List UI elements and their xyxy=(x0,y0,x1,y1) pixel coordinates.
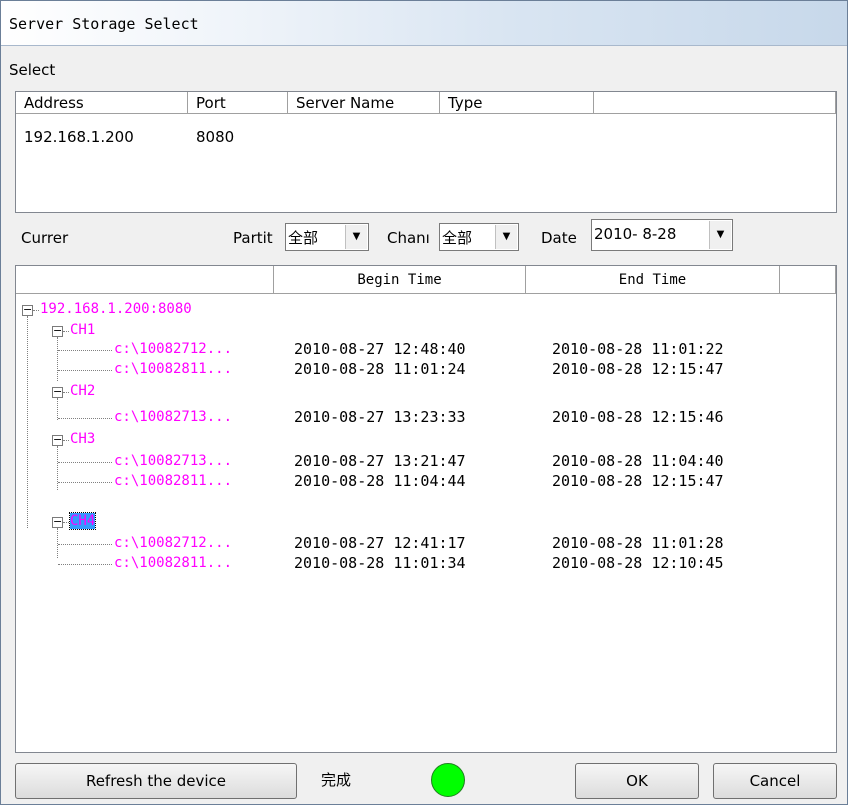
date-value: 2010- 8-28 xyxy=(594,225,677,243)
partition-label: Partit xyxy=(233,229,273,247)
channel-label: CH2 xyxy=(70,383,96,399)
date-label: Date xyxy=(541,229,577,247)
chevron-down-icon[interactable]: ▼ xyxy=(709,221,731,249)
server-address: 192.168.1.200 xyxy=(24,128,134,146)
server-port: 8080 xyxy=(196,128,235,146)
file-begin-time: 2010-08-28 11:04:44 xyxy=(294,472,466,490)
file-name: c:\10082712... xyxy=(114,341,233,357)
tree-channel-node[interactable]: − CH3 xyxy=(16,430,836,450)
window-title: Server Storage Select xyxy=(9,15,199,33)
column-header-type[interactable]: Type xyxy=(440,92,594,114)
collapse-icon[interactable]: − xyxy=(22,304,33,316)
partition-value: 全部 xyxy=(288,229,319,247)
server-row[interactable]: 192.168.1.200 8080 xyxy=(16,128,836,148)
file-end-time: 2010-08-28 11:01:22 xyxy=(552,340,724,358)
tree-file-row[interactable]: c:\10082712... 2010-08-27 12:48:40 2010-… xyxy=(16,340,836,360)
file-name: c:\10082811... xyxy=(114,555,233,571)
file-begin-time: 2010-08-27 13:21:47 xyxy=(294,452,466,470)
file-name: c:\10082811... xyxy=(114,473,233,489)
channel-label: CH3 xyxy=(70,431,96,447)
channel-label: CH4 xyxy=(68,512,97,530)
file-end-time: 2010-08-28 11:01:28 xyxy=(552,534,724,552)
collapse-icon[interactable]: − xyxy=(52,325,63,337)
file-begin-time: 2010-08-28 11:01:24 xyxy=(294,360,466,378)
date-picker[interactable]: 2010- 8-28 ▼ xyxy=(591,219,733,251)
file-end-time: 2010-08-28 12:10:45 xyxy=(552,554,724,572)
tree-column-header-end-time[interactable]: End Time xyxy=(526,266,780,294)
select-label: Select xyxy=(9,61,56,79)
file-end-time: 2010-08-28 12:15:46 xyxy=(552,408,724,426)
tree-file-row[interactable]: c:\10082811... 2010-08-28 11:01:34 2010-… xyxy=(16,554,836,574)
tree-column-header-begin-time[interactable]: Begin Time xyxy=(274,266,526,294)
file-begin-time: 2010-08-27 12:41:17 xyxy=(294,534,466,552)
file-end-time: 2010-08-28 11:04:40 xyxy=(552,452,724,470)
channel-label: CH1 xyxy=(70,322,96,338)
column-header-extra[interactable] xyxy=(594,92,836,114)
file-begin-time: 2010-08-27 13:23:33 xyxy=(294,408,466,426)
tree-root-node[interactable]: − 192.168.1.200:8080 xyxy=(16,300,836,320)
file-end-time: 2010-08-28 12:15:47 xyxy=(552,360,724,378)
collapse-icon[interactable]: − xyxy=(52,434,63,446)
refresh-device-button[interactable]: Refresh the device xyxy=(15,763,297,799)
file-name: c:\10082713... xyxy=(114,453,233,469)
tree-channel-node-selected[interactable]: − CH4 xyxy=(16,512,836,532)
chevron-down-icon[interactable]: ▼ xyxy=(495,225,517,249)
cancel-button[interactable]: Cancel xyxy=(713,763,837,799)
ok-button[interactable]: OK xyxy=(575,763,699,799)
title-bar[interactable]: Server Storage Select xyxy=(1,1,847,46)
tree-file-row[interactable]: c:\10082713... 2010-08-27 13:21:47 2010-… xyxy=(16,452,836,472)
server-storage-select-window: Server Storage Select Select Address Por… xyxy=(0,0,848,805)
column-header-port[interactable]: Port xyxy=(188,92,288,114)
collapse-icon[interactable]: − xyxy=(52,516,63,528)
partition-select[interactable]: 全部 ▼ xyxy=(285,223,369,251)
tree-channel-node[interactable]: − CH1 xyxy=(16,321,836,341)
file-begin-time: 2010-08-27 12:48:40 xyxy=(294,340,466,358)
file-begin-time: 2010-08-28 11:01:34 xyxy=(294,554,466,572)
current-label: Currer xyxy=(21,229,69,247)
tree-file-row[interactable]: c:\10082713... 2010-08-27 13:23:33 2010-… xyxy=(16,408,836,428)
collapse-icon[interactable]: − xyxy=(52,386,63,398)
column-header-server-name[interactable]: Server Name xyxy=(288,92,440,114)
tree-column-header-name[interactable] xyxy=(16,266,274,294)
channel-value: 全部 xyxy=(442,229,473,247)
recording-tree[interactable]: Begin Time End Time − 192.168.1.200:8080… xyxy=(15,265,837,753)
channel-select[interactable]: 全部 ▼ xyxy=(439,223,519,251)
status-indicator-icon xyxy=(431,763,465,797)
column-header-address[interactable]: Address xyxy=(16,92,188,114)
file-end-time: 2010-08-28 12:15:47 xyxy=(552,472,724,490)
file-name: c:\10082713... xyxy=(114,409,233,425)
status-text: 完成 xyxy=(321,771,352,789)
tree-file-row[interactable]: c:\10082811... 2010-08-28 11:04:44 2010-… xyxy=(16,472,836,492)
tree-root-label: 192.168.1.200:8080 xyxy=(40,301,192,317)
server-list[interactable]: Address Port Server Name Type 192.168.1.… xyxy=(15,91,837,213)
tree-file-row[interactable]: c:\10082712... 2010-08-27 12:41:17 2010-… xyxy=(16,534,836,554)
chevron-down-icon[interactable]: ▼ xyxy=(345,225,367,249)
tree-file-row[interactable]: c:\10082811... 2010-08-28 11:01:24 2010-… xyxy=(16,360,836,380)
channel-label: Chanı xyxy=(387,229,430,247)
file-name: c:\10082811... xyxy=(114,361,233,377)
tree-channel-node[interactable]: − CH2 xyxy=(16,382,836,402)
file-name: c:\10082712... xyxy=(114,535,233,551)
tree-column-header-extra[interactable] xyxy=(780,266,836,294)
